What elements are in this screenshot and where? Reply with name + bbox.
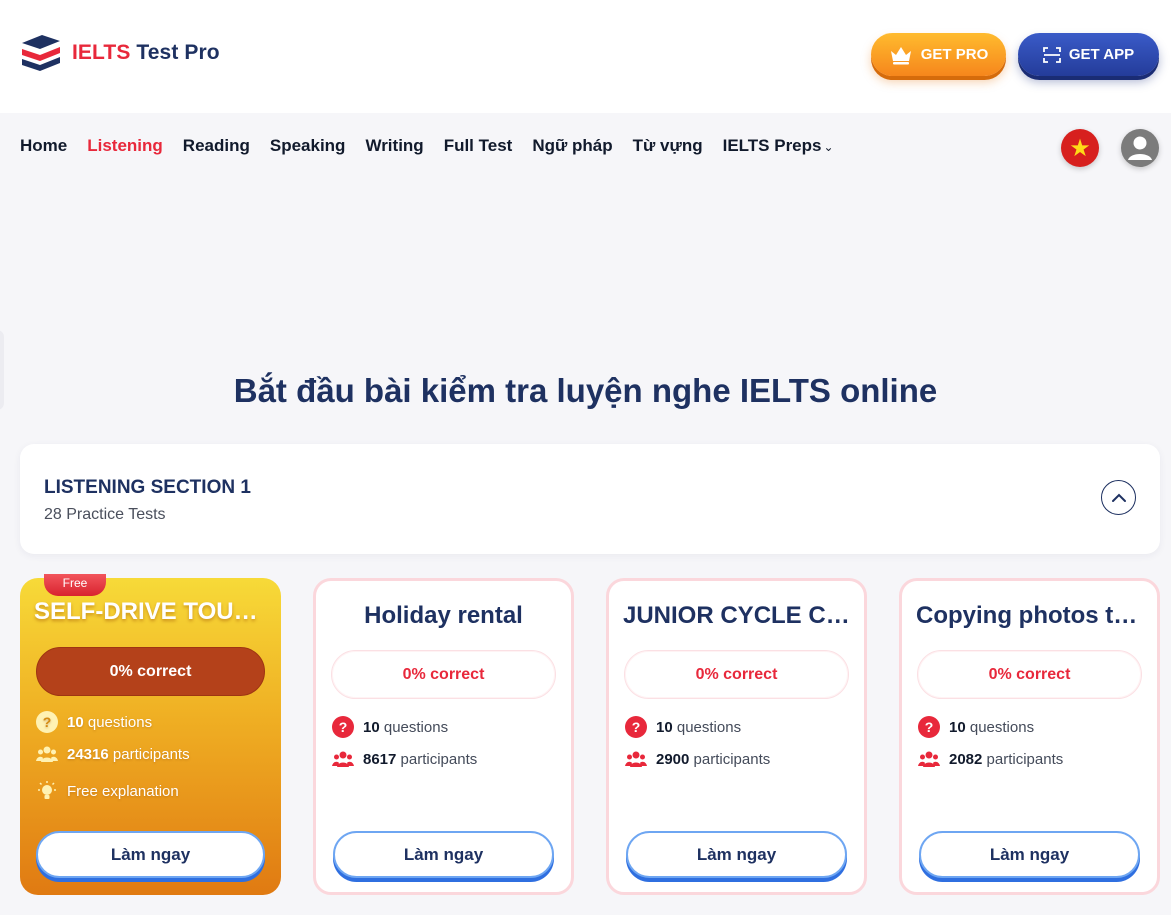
question-icon: ? xyxy=(918,716,940,738)
participants-label: participants xyxy=(693,750,771,768)
explanation-text: Free explanation xyxy=(67,782,179,800)
start-test-button[interactable]: Làm ngay xyxy=(333,831,554,878)
logo-icon xyxy=(22,35,60,71)
participants-text: 8617 participants xyxy=(363,751,477,768)
participants-row: 2082 participants xyxy=(918,750,1063,768)
nav-grammar[interactable]: Ngữ pháp xyxy=(532,136,612,156)
nav-ielts-preps-label: IELTS Preps xyxy=(722,136,822,155)
participants-text: 24316 participants xyxy=(67,746,190,763)
questions-count: 10 xyxy=(363,718,380,736)
users-icon xyxy=(332,751,354,767)
users-icon xyxy=(918,751,940,767)
section-subtitle: 28 Practice Tests xyxy=(44,506,166,523)
questions-text: 10 questions xyxy=(363,719,448,736)
get-app-label: GET APP xyxy=(1068,46,1135,63)
start-test-button[interactable]: Làm ngay xyxy=(36,831,265,878)
participants-text: 2900 participants xyxy=(656,751,770,768)
participants-count: 2900 xyxy=(656,750,690,768)
crown-icon xyxy=(890,46,911,64)
questions-row: ? 10 questions xyxy=(918,716,1034,738)
start-test-button[interactable]: Làm ngay xyxy=(919,831,1140,878)
users-icon xyxy=(36,746,58,762)
test-card: Copying photos to digital format 0% corr… xyxy=(899,578,1160,895)
brand-name-b: Test Pro xyxy=(136,41,220,64)
avatar[interactable] xyxy=(1121,129,1159,167)
questions-label: questions xyxy=(676,718,742,736)
participants-text: 2082 participants xyxy=(949,751,1063,768)
nav-ielts-preps[interactable]: IELTS Preps ⌄ xyxy=(723,136,834,156)
questions-text: 10 questions xyxy=(949,719,1034,736)
nav-listening[interactable]: Listening xyxy=(87,136,163,156)
test-card: Free SELF-DRIVE TOURS IN THE USA 0% corr… xyxy=(20,574,281,895)
questions-label: questions xyxy=(87,713,153,731)
scan-icon xyxy=(1042,46,1061,63)
collapse-button[interactable] xyxy=(1101,480,1136,515)
test-card: Holiday rental 0% correct ? 10 questions… xyxy=(313,578,574,895)
chevron-down-icon: ⌄ xyxy=(823,140,834,154)
participants-row: 24316 participants xyxy=(36,745,190,763)
nav-home[interactable]: Home xyxy=(20,136,67,156)
participants-count: 8617 xyxy=(363,750,397,768)
language-flag-icon[interactable]: ★ xyxy=(1061,129,1099,167)
get-pro-label: GET PRO xyxy=(920,46,989,63)
get-pro-button[interactable]: GET PRO xyxy=(871,33,1006,76)
questions-count: 10 xyxy=(949,718,966,736)
nav-reading[interactable]: Reading xyxy=(183,136,250,156)
users-icon xyxy=(625,751,647,767)
section-header: LISTENING SECTION 1 28 Practice Tests xyxy=(20,444,1160,554)
score-badge: 0% correct xyxy=(624,650,849,699)
questions-text: 10 questions xyxy=(67,714,152,731)
participants-count: 24316 xyxy=(67,745,109,763)
questions-row: ? 10 questions xyxy=(36,711,152,733)
nav-speaking[interactable]: Speaking xyxy=(270,136,346,156)
question-icon: ? xyxy=(36,711,58,733)
test-title: Copying photos to digital format xyxy=(916,602,1157,629)
questions-count: 10 xyxy=(67,713,84,731)
test-card: JUNIOR CYCLE CAMP 0% correct ? 10 questi… xyxy=(606,578,867,895)
questions-row: ? 10 questions xyxy=(332,716,448,738)
questions-text: 10 questions xyxy=(656,719,741,736)
question-icon: ? xyxy=(625,716,647,738)
start-test-button[interactable]: Làm ngay xyxy=(626,831,847,878)
participants-row: 8617 participants xyxy=(332,750,477,768)
section-title: LISTENING SECTION 1 xyxy=(44,477,251,498)
test-title: JUNIOR CYCLE CAMP xyxy=(623,602,864,629)
questions-label: questions xyxy=(383,718,449,736)
questions-label: questions xyxy=(969,718,1035,736)
questions-count: 10 xyxy=(656,718,673,736)
nav-vocabulary[interactable]: Từ vựng xyxy=(633,136,703,156)
participants-row: 2900 participants xyxy=(625,750,770,768)
explanation-row: Free explanation xyxy=(36,781,179,801)
score-badge: 0% correct xyxy=(36,647,265,696)
test-title: SELF-DRIVE TOURS IN THE USA xyxy=(34,598,281,625)
chevron-up-icon xyxy=(1111,493,1126,502)
participants-count: 2082 xyxy=(949,750,983,768)
score-badge: 0% correct xyxy=(331,650,556,699)
get-app-button[interactable]: GET APP xyxy=(1018,33,1159,76)
test-title: Holiday rental xyxy=(364,602,523,629)
nav-full-test[interactable]: Full Test xyxy=(444,136,513,156)
participants-label: participants xyxy=(112,745,190,763)
logo[interactable]: IELTS Test Pro xyxy=(20,33,220,73)
nav-writing[interactable]: Writing xyxy=(365,136,423,156)
top-header: IELTS Test Pro GET PRO GET APP xyxy=(0,0,1171,113)
brand-name-a: IELTS xyxy=(72,41,131,64)
questions-row: ? 10 questions xyxy=(625,716,741,738)
brand-name: IELTS Test Pro xyxy=(72,41,220,65)
user-icon xyxy=(1128,136,1152,160)
page-title: Bắt đầu bài kiểm tra luyện nghe IELTS on… xyxy=(233,372,938,409)
participants-label: participants xyxy=(986,750,1064,768)
free-badge: Free xyxy=(44,574,106,596)
question-icon: ? xyxy=(332,716,354,738)
lightbulb-icon xyxy=(38,781,56,799)
score-badge: 0% correct xyxy=(917,650,1142,699)
main-nav: Home Listening Reading Speaking Writing … xyxy=(20,136,834,156)
participants-label: participants xyxy=(400,750,478,768)
